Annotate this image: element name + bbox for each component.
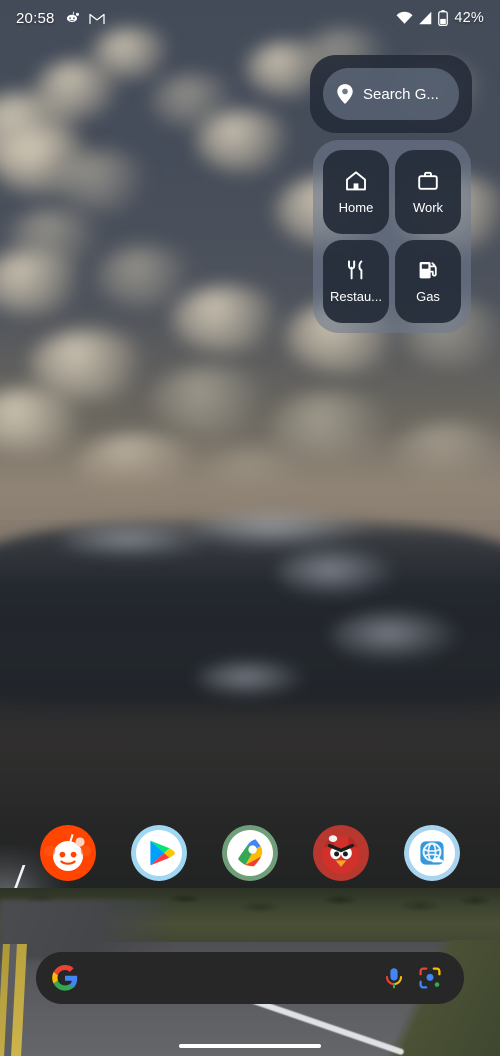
shortcut-work-label: Work — [412, 199, 444, 215]
shortcut-restaurants[interactable]: Restau... — [323, 239, 389, 323]
weather-app-icon[interactable] — [404, 825, 461, 881]
shortcut-work[interactable]: Work — [395, 150, 461, 234]
status-bar-right: 42% — [396, 10, 484, 26]
google-lens-button[interactable] — [412, 960, 448, 996]
shortcut-gas-label: Gas — [416, 289, 440, 305]
cellular-signal-icon — [419, 11, 432, 25]
play-store-app-icon[interactable] — [130, 825, 187, 881]
voice-search-button[interactable] — [376, 960, 412, 996]
home-icon — [346, 171, 366, 191]
cloud-wisp — [190, 510, 370, 550]
microphone-icon — [385, 968, 403, 989]
shortcut-gas[interactable]: Gas — [395, 239, 461, 323]
cloud-wisp — [196, 660, 306, 698]
cloud-puff — [172, 286, 282, 352]
google-g-icon — [52, 965, 78, 991]
home-gesture-bar[interactable] — [179, 1044, 321, 1048]
google-search-bar[interactable] — [36, 952, 464, 1004]
cloud-puff — [150, 366, 274, 436]
status-bar: 20:58 42% — [0, 0, 500, 36]
cloud-puff — [196, 110, 292, 172]
app-dock — [0, 820, 500, 886]
shortcut-home[interactable]: Home — [323, 150, 389, 234]
reddit-icon — [66, 11, 79, 22]
battery-icon — [438, 10, 449, 26]
gas-pump-icon — [419, 262, 437, 279]
cloud-wisp — [276, 548, 396, 598]
location-pin-icon — [337, 84, 353, 104]
android-home-screen: 20:58 42% Search G... Home Work Restau..… — [0, 0, 500, 1056]
status-bar-clock: 20:58 — [16, 9, 55, 27]
cloud-puff — [54, 150, 150, 212]
maps-search-widget[interactable]: Search G... — [310, 55, 472, 133]
shortcut-restaurants-label: Restau... — [329, 289, 383, 305]
briefcase-icon — [418, 171, 438, 190]
cloud-puff — [96, 246, 196, 308]
cloud-wisp — [60, 524, 210, 558]
restaurant-icon — [348, 260, 363, 280]
reddit-app-icon[interactable] — [39, 825, 96, 881]
google-lens-icon — [419, 967, 441, 989]
cloud-wisp — [330, 610, 460, 662]
gmail-icon — [88, 13, 105, 24]
angry-birds-app-icon[interactable] — [313, 825, 370, 881]
status-bar-left: 20:58 — [16, 10, 105, 27]
maps-search-text: Search G... — [363, 85, 439, 103]
wifi-icon — [396, 11, 413, 24]
maps-shortcuts-widget: Home Work Restau... Gas — [313, 140, 471, 333]
shortcut-home-label: Home — [338, 199, 374, 215]
google-maps-app-icon[interactable] — [221, 825, 278, 881]
maps-search-input[interactable]: Search G... — [323, 68, 459, 120]
battery-percent-label: 42% — [454, 10, 484, 26]
